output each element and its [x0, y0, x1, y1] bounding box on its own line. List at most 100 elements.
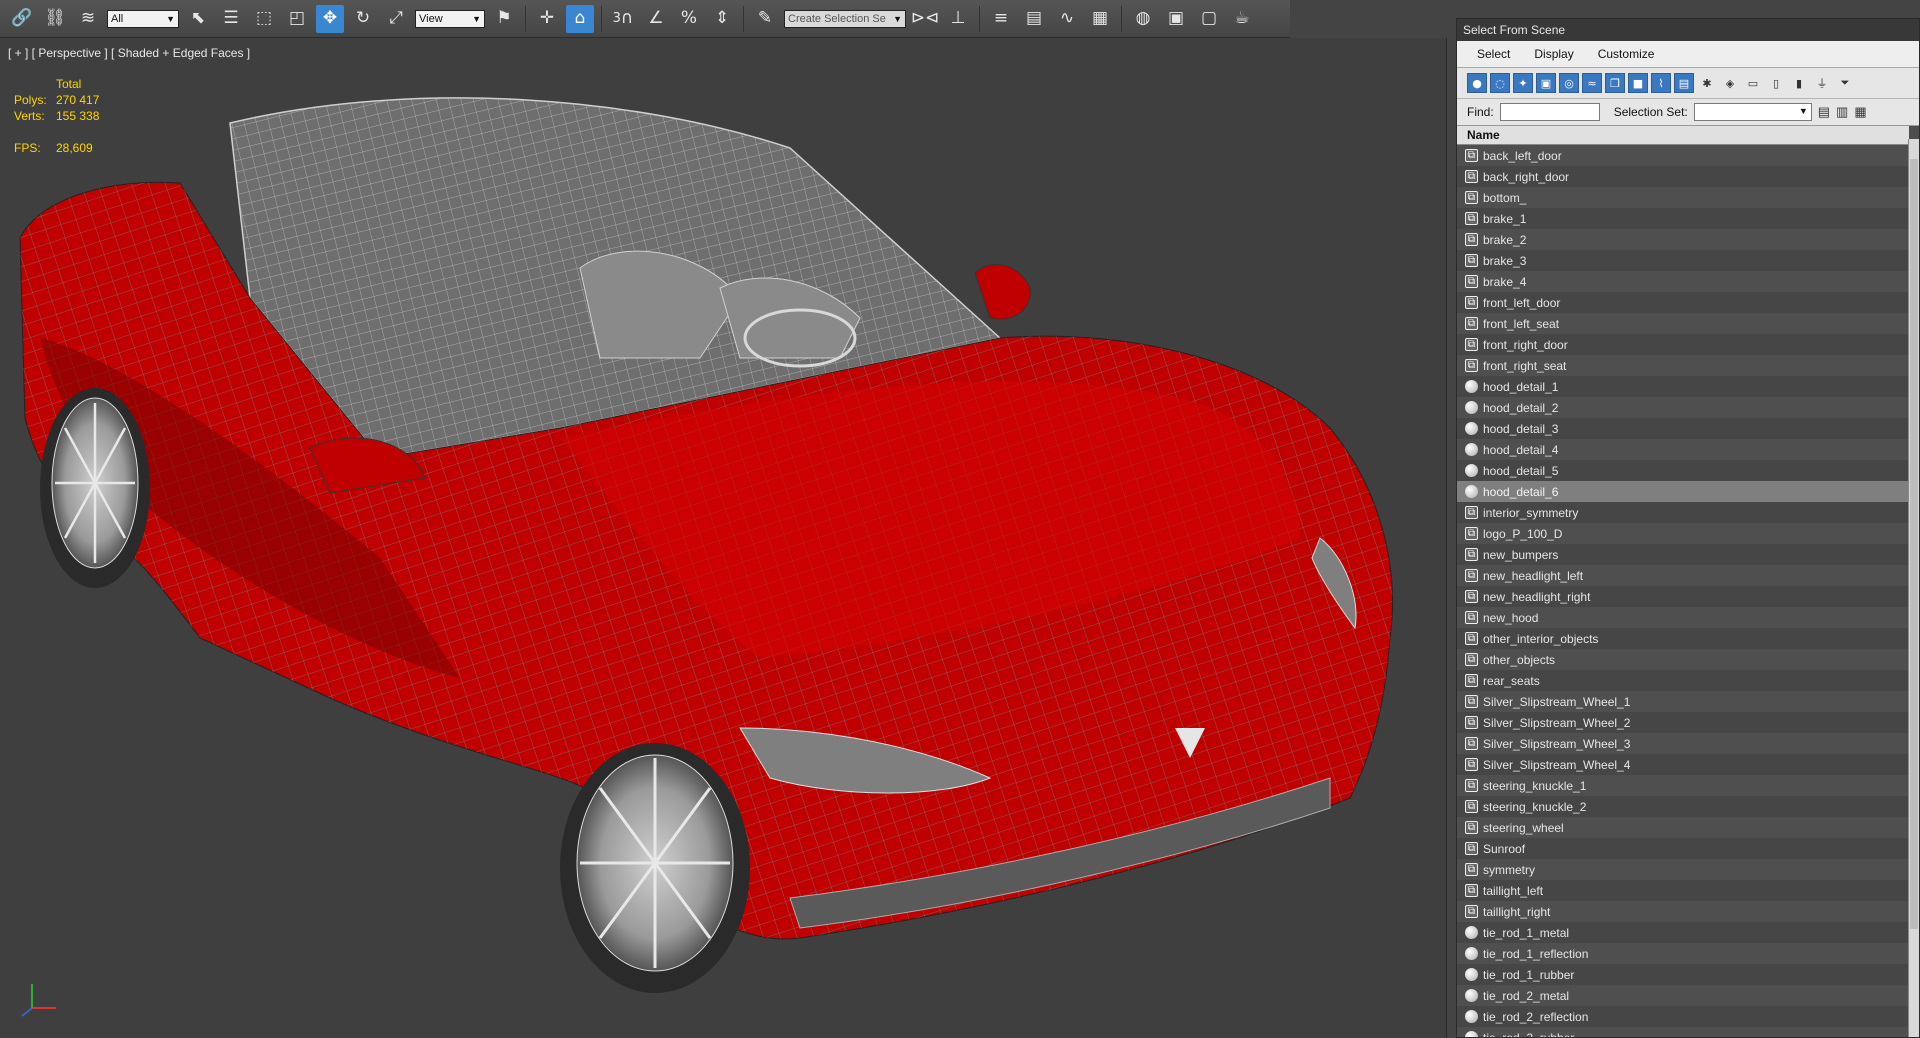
menu-customize[interactable]: Customize: [1598, 47, 1655, 61]
display-hidden-icon[interactable]: ◈: [1720, 73, 1740, 93]
filter-icon[interactable]: ⏚: [1812, 73, 1832, 93]
rendered-frame-window-icon[interactable]: ▢: [1195, 5, 1223, 33]
list-item[interactable]: hood_detail_2: [1457, 397, 1919, 418]
list-item[interactable]: hood_detail_1: [1457, 376, 1919, 397]
perspective-viewport[interactable]: [ + ] [ Perspective ] [ Shaded + Edged F…: [0, 38, 1447, 1038]
list-item[interactable]: ⧉ front_right_seat: [1457, 355, 1919, 376]
link-icon[interactable]: 🔗: [8, 5, 36, 33]
select-by-name-icon[interactable]: ☰: [217, 5, 245, 33]
material-editor-icon[interactable]: ◍: [1129, 5, 1157, 33]
list-item[interactable]: hood_detail_5: [1457, 460, 1919, 481]
list-item[interactable]: ⧉ back_right_door: [1457, 166, 1919, 187]
menu-display[interactable]: Display: [1534, 47, 1573, 61]
bind-spacewarp-icon[interactable]: ≋: [74, 5, 102, 33]
rotate-icon[interactable]: ↻: [349, 5, 377, 33]
find-input[interactable]: [1499, 103, 1600, 121]
name-column-header[interactable]: Name: [1457, 126, 1909, 145]
list-item[interactable]: ⧉ bottom_: [1457, 187, 1919, 208]
list-item[interactable]: ⧉ steering_knuckle_2: [1457, 796, 1919, 817]
scene-explorer-icon[interactable]: ▤: [1020, 5, 1048, 33]
list-item[interactable]: ⧉ new_headlight_right: [1457, 586, 1919, 607]
list-item[interactable]: ⧉ Silver_Slipstream_Wheel_3: [1457, 733, 1919, 754]
list-scrollbar[interactable]: [1908, 139, 1919, 1037]
list-item[interactable]: ⧉ brake_2: [1457, 229, 1919, 250]
list-item[interactable]: hood_detail_6: [1457, 481, 1919, 502]
schematic-view-icon[interactable]: ▦: [1086, 5, 1114, 33]
list-item[interactable]: ⧉ new_hood: [1457, 607, 1919, 628]
select-manipulate-icon[interactable]: ✛: [533, 5, 561, 33]
list-item[interactable]: ⧉ Silver_Slipstream_Wheel_4: [1457, 754, 1919, 775]
display-lights-icon[interactable]: ✦: [1513, 73, 1533, 93]
list-item[interactable]: ⧉ other_objects: [1457, 649, 1919, 670]
list-item[interactable]: ⧉ other_interior_objects: [1457, 628, 1919, 649]
list-item[interactable]: ⧉ symmetry: [1457, 859, 1919, 880]
select-invert-icon[interactable]: ▮: [1789, 73, 1809, 93]
named-selection-sets-dropdown[interactable]: Create Selection Se ▼: [784, 9, 906, 28]
viewport-label[interactable]: [ + ] [ Perspective ] [ Shaded + Edged F…: [8, 46, 250, 60]
edit-named-selection-icon[interactable]: ✎: [751, 5, 779, 33]
render-production-icon[interactable]: ☕: [1228, 5, 1256, 33]
list-item[interactable]: tie_rod_2_reflection: [1457, 1006, 1919, 1027]
display-bones-icon[interactable]: ⌇: [1651, 73, 1671, 93]
angle-snap-icon[interactable]: ∠: [642, 5, 670, 33]
list-item[interactable]: hood_detail_4: [1457, 439, 1919, 460]
list-item[interactable]: ⧉ back_left_door: [1457, 145, 1919, 166]
select-object-icon[interactable]: ⬉: [184, 5, 212, 33]
display-geometry-icon[interactable]: ●: [1467, 73, 1487, 93]
spinner-snap-icon[interactable]: ⇕: [708, 5, 736, 33]
pivot-center-icon[interactable]: ⚑: [490, 5, 518, 33]
selection-set-dropdown[interactable]: ▼: [1693, 103, 1812, 121]
list-item[interactable]: tie_rod_1_metal: [1457, 922, 1919, 943]
move-icon[interactable]: ✥: [316, 4, 344, 33]
list-item[interactable]: ⧉ Sunroof: [1457, 838, 1919, 859]
render-setup-icon[interactable]: ▣: [1162, 5, 1190, 33]
list-item[interactable]: ⧉ front_left_seat: [1457, 313, 1919, 334]
selection-filter-dropdown[interactable]: All ▼: [107, 9, 179, 28]
selection-set-add-icon[interactable]: ▥: [1836, 104, 1848, 120]
percent-snap-icon[interactable]: %: [675, 5, 703, 33]
display-frozen-icon[interactable]: ✱: [1697, 73, 1717, 93]
list-item[interactable]: tie_rod_1_reflection: [1457, 943, 1919, 964]
mirror-icon[interactable]: ⊳⊲: [911, 5, 940, 33]
display-helpers-icon[interactable]: ◎: [1559, 73, 1579, 93]
list-item[interactable]: ⧉ new_headlight_left: [1457, 565, 1919, 586]
list-item[interactable]: ⧉ interior_symmetry: [1457, 502, 1919, 523]
list-item[interactable]: ⧉ Silver_Slipstream_Wheel_2: [1457, 712, 1919, 733]
curve-editor-icon[interactable]: ∿: [1053, 5, 1081, 33]
selection-set-edit-icon[interactable]: ▤: [1818, 104, 1830, 120]
keyboard-shortcut-override-icon[interactable]: ⌂: [566, 4, 594, 33]
menu-select[interactable]: Select: [1477, 47, 1510, 61]
list-item[interactable]: tie_rod_2_rubber: [1457, 1027, 1919, 1037]
display-containers-icon[interactable]: ▤: [1674, 73, 1694, 93]
list-item[interactable]: ⧉ brake_4: [1457, 271, 1919, 292]
layer-manager-icon[interactable]: ≡: [987, 5, 1015, 33]
list-item[interactable]: ⧉ rear_seats: [1457, 670, 1919, 691]
list-item[interactable]: ⧉ steering_wheel: [1457, 817, 1919, 838]
window-crossing-icon[interactable]: ◰: [283, 5, 311, 33]
selection-set-remove-icon[interactable]: ▦: [1854, 104, 1866, 120]
list-item[interactable]: ⧉ steering_knuckle_1: [1457, 775, 1919, 796]
list-item[interactable]: ⧉ Silver_Slipstream_Wheel_1: [1457, 691, 1919, 712]
list-item[interactable]: hood_detail_3: [1457, 418, 1919, 439]
display-groups-icon[interactable]: ❐: [1605, 73, 1625, 93]
display-shapes-icon[interactable]: ◌: [1490, 73, 1510, 93]
reference-coordinate-dropdown[interactable]: View ▼: [415, 9, 485, 28]
list-item[interactable]: ⧉ front_left_door: [1457, 292, 1919, 313]
scrollbar-thumb[interactable]: [1910, 159, 1918, 929]
display-xrefs-icon[interactable]: ■: [1628, 73, 1648, 93]
list-item[interactable]: ⧉ front_right_door: [1457, 334, 1919, 355]
unlink-icon[interactable]: ⛓: [41, 5, 69, 33]
select-all-icon[interactable]: ▭: [1743, 73, 1763, 93]
filter-settings-icon[interactable]: ⏷: [1835, 73, 1855, 93]
list-item[interactable]: tie_rod_2_metal: [1457, 985, 1919, 1006]
list-item[interactable]: ⧉ brake_1: [1457, 208, 1919, 229]
list-item[interactable]: ⧉ brake_3: [1457, 250, 1919, 271]
list-item[interactable]: ⧉ taillight_left: [1457, 880, 1919, 901]
list-item[interactable]: ⧉ new_bumpers: [1457, 544, 1919, 565]
select-none-icon[interactable]: ▯: [1766, 73, 1786, 93]
list-item[interactable]: ⧉ taillight_right: [1457, 901, 1919, 922]
rectangular-selection-icon[interactable]: ⬚: [250, 5, 278, 33]
list-item[interactable]: ⧉ logo_P_100_D: [1457, 523, 1919, 544]
list-item[interactable]: tie_rod_1_rubber: [1457, 964, 1919, 985]
snaps-toggle-icon[interactable]: 3 ∩: [609, 5, 637, 33]
